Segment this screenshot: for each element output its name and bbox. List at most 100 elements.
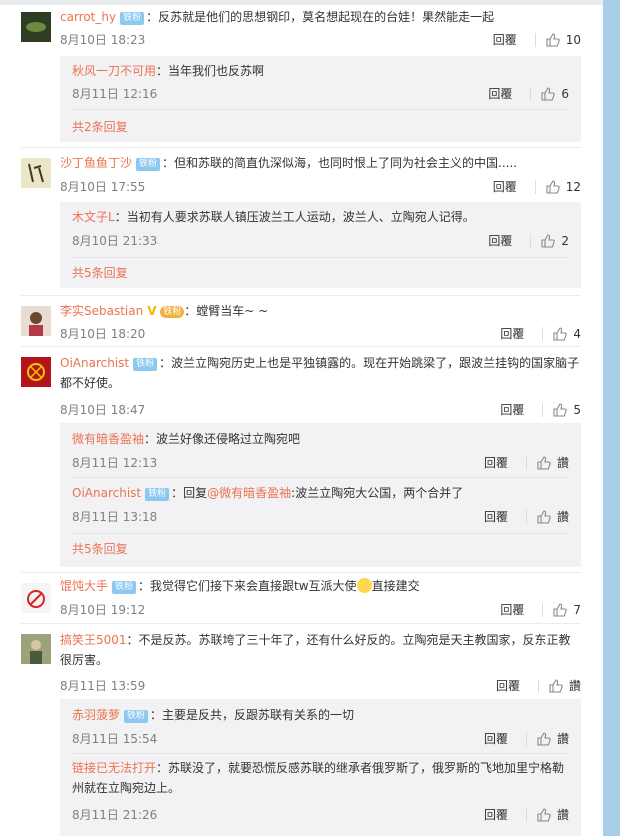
divider [72, 477, 569, 478]
like-button[interactable]: 讚 [537, 730, 569, 747]
comment-text: ：不是反苏。苏联垮了三十年了，还有什么好反的。立陶宛是天主教国家，反东正教很厉害… [60, 633, 571, 667]
comment-meta: 8月10日 18:23 回覆 10 [60, 31, 581, 47]
reply-button[interactable]: 回覆 [496, 677, 520, 694]
avatar[interactable] [21, 634, 51, 664]
comment-username[interactable]: 李实Sebastian [60, 304, 143, 318]
more-replies-link[interactable]: 共2条回复 [72, 118, 128, 135]
comment-username[interactable]: 馄饨大手 [60, 579, 108, 593]
thumb-up-icon [541, 86, 556, 101]
reply-text: ：当初有人要求苏联人镇压波兰工人运动，波兰人、立陶宛人记得。 [114, 210, 475, 224]
reply-button[interactable]: 回覆 [500, 325, 524, 342]
right-scroll-panel[interactable] [603, 0, 620, 836]
reply-time: 8月11日 21:26 [72, 808, 158, 822]
divider [525, 455, 527, 470]
like-count: 10 [565, 32, 581, 47]
reply-username[interactable]: 秋风一刀不可用 [72, 64, 156, 78]
comment-text-after: 直接建交 [371, 579, 420, 593]
like-count: 2 [561, 233, 569, 248]
comment-username[interactable]: 搞笑王5001 [60, 633, 127, 647]
avatar[interactable] [21, 12, 51, 42]
thumb-up-icon [546, 179, 560, 194]
divider [530, 233, 532, 248]
reply-button[interactable]: 回覆 [484, 730, 508, 747]
comment-text: ：我觉得它们接下来会直接跟tw互派大使 [138, 579, 357, 593]
like-button[interactable]: 6 [541, 87, 569, 101]
reply-button[interactable]: 回覆 [493, 31, 517, 48]
divider [542, 326, 544, 341]
reply-button[interactable]: 回覆 [488, 232, 512, 249]
like-count: 12 [565, 179, 581, 194]
reply-button[interactable]: 回覆 [500, 401, 524, 418]
reply-button[interactable]: 回覆 [500, 601, 524, 618]
like-button[interactable]: 4 [553, 327, 581, 341]
comment-meta: 8月10日 19:12 回覆 7 [60, 601, 581, 617]
comment-text-line: 馄饨大手 铁粉 ：我觉得它们接下来会直接跟tw互派大使 直接建交 [60, 577, 581, 595]
like-button[interactable]: 讚 [549, 677, 581, 694]
verified-v-icon: V [147, 304, 157, 318]
fan-badge: 铁粉 [120, 12, 145, 25]
fan-badge: 铁粉 [133, 358, 158, 371]
reply-username[interactable]: 微有暗香盈袖 [72, 432, 144, 446]
divider [534, 32, 536, 47]
comment-username[interactable]: OiAnarchist [60, 356, 129, 370]
reply-meta: 8月10日 21:33 回覆 2 [72, 232, 569, 248]
comment-username[interactable]: 沙丁鱼鱼丁沙 [60, 156, 132, 170]
reply-time: 8月11日 12:13 [72, 456, 158, 470]
reply-username[interactable]: OiAnarchist [72, 486, 141, 500]
comment-text: ：但和苏联的简直仇深似海，也同时恨上了同为社会主义的中国..... [162, 156, 518, 170]
reply-text: ：波兰好像还侵略过立陶宛吧 [144, 432, 301, 446]
reply-time: 8月10日 21:33 [72, 234, 158, 248]
reply-meta: 8月11日 21:26 回覆 讚 [72, 806, 569, 822]
like-count: 6 [561, 86, 569, 101]
reply-username[interactable]: 木文子L [72, 210, 115, 224]
comment-feed: carrot_hy 铁粉 ：反苏就是他们的思想钢印，莫名想起现在的台娃！果然能走一起… [0, 0, 603, 836]
like-button[interactable]: 讚 [537, 508, 569, 525]
divider [542, 602, 544, 617]
reply-text-line: 微有暗香盈袖：波兰好像还侵略过立陶宛吧 [72, 430, 569, 448]
like-button[interactable]: 7 [553, 603, 581, 617]
reply-username[interactable]: 赤羽菠萝 [72, 708, 120, 722]
thumb-up-icon [546, 32, 560, 47]
like-count: 讚 [556, 732, 569, 746]
thumb-up-icon [553, 402, 568, 417]
reply-box: 赤羽菠萝 铁粉 ：主要是反共，反跟苏联有关系的一切 8月11日 15:54 回覆 讚… [60, 699, 581, 836]
more-replies-link[interactable]: 共5条回复 [72, 540, 128, 557]
reply-meta: 8月11日 12:13 回覆 讚 [72, 454, 569, 470]
like-button[interactable]: 讚 [537, 806, 569, 823]
divider [21, 295, 581, 296]
reply-button[interactable]: 回覆 [488, 85, 512, 102]
comment-time: 8月10日 18:47 [60, 403, 146, 417]
reply-time: 8月11日 13:18 [72, 510, 158, 524]
avatar[interactable] [21, 357, 51, 387]
divider [72, 109, 569, 110]
avatar[interactable] [21, 583, 51, 613]
comment-username[interactable]: carrot_hy [60, 10, 116, 24]
divider [525, 731, 527, 746]
mention-link[interactable]: @微有暗香盈袖 [207, 486, 291, 500]
avatar[interactable] [21, 306, 51, 336]
more-replies-link[interactable]: 共5条回复 [72, 264, 128, 281]
like-button[interactable]: 讚 [537, 454, 569, 471]
reply-button[interactable]: 回覆 [484, 454, 508, 471]
reply-button[interactable]: 回覆 [484, 508, 508, 525]
fan-medal: 铁粉 [160, 306, 185, 318]
comment-text: ：螳臂当车~ ~ [184, 304, 269, 318]
thumb-up-icon [537, 807, 551, 822]
like-button[interactable]: 12 [546, 180, 581, 194]
fan-badge: 铁粉 [145, 488, 170, 501]
comment-meta: 8月10日 18:47 回覆 5 [60, 401, 581, 417]
comment-time: 8月10日 19:12 [60, 603, 146, 617]
like-count: 讚 [568, 679, 581, 693]
thumb-up-icon [537, 509, 551, 524]
reply-button[interactable]: 回覆 [484, 806, 508, 823]
reply-text: ：当年我们也反苏啊 [156, 64, 265, 78]
comment-text-line: OiAnarchist 铁粉 ：波兰立陶宛历史上也是平独镇露的。现在开始跳梁了，跟波… [60, 353, 581, 393]
reply-time: 8月11日 15:54 [72, 732, 158, 746]
like-count: 讚 [556, 456, 569, 470]
like-button[interactable]: 10 [546, 33, 581, 47]
like-button[interactable]: 2 [541, 234, 569, 248]
reply-button[interactable]: 回覆 [493, 178, 517, 195]
like-button[interactable]: 5 [553, 403, 581, 417]
avatar[interactable] [21, 158, 51, 188]
reply-username[interactable]: 链接已无法打开 [72, 761, 156, 775]
